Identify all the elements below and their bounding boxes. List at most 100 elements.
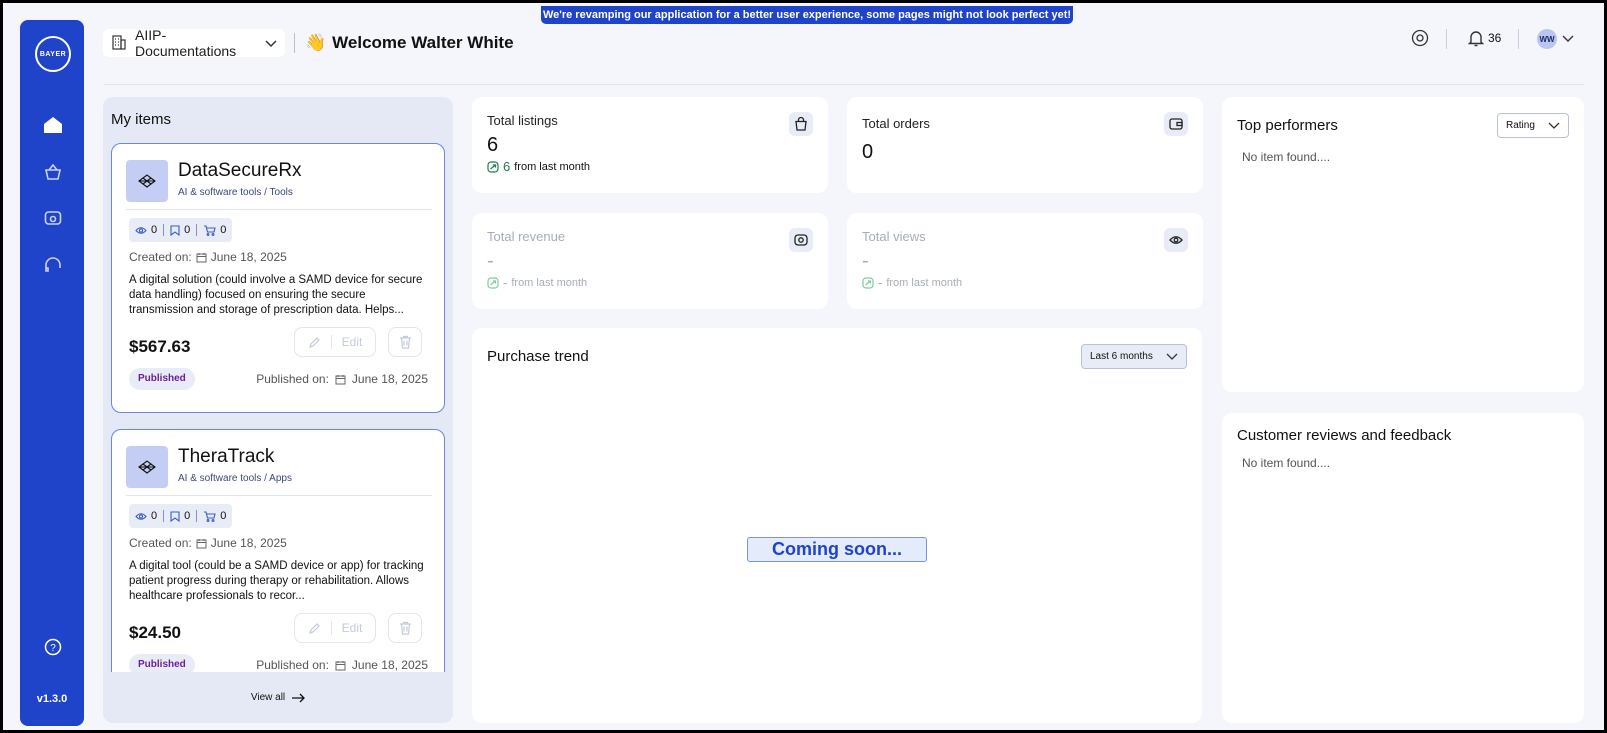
- purchase-trend-title: Purchase trend: [487, 348, 589, 365]
- item-description: A digital solution (could involve a SAMD…: [129, 274, 423, 316]
- my-items-title: My items: [111, 111, 171, 128]
- saves-count: 0: [184, 224, 191, 236]
- sidebar: BAYER ? v1.3.0: [20, 20, 84, 726]
- trend-up-icon: [862, 276, 874, 289]
- stat-delta: - from last month: [487, 275, 587, 290]
- eye-icon: [135, 226, 147, 234]
- item-stats: 0 0 0: [129, 504, 233, 528]
- arrow-right-icon: [292, 693, 306, 702]
- org-selector-label: AIIP-Documentations: [135, 27, 237, 59]
- item-name[interactable]: DataSecureRx: [178, 160, 302, 182]
- calendar-icon: [335, 374, 346, 384]
- bag-icon: [789, 112, 813, 136]
- user-guide-button[interactable]: [1411, 29, 1429, 47]
- notifications-button[interactable]: 36: [1468, 29, 1501, 47]
- stat-label: Total listings: [487, 113, 558, 128]
- stat-delta-value: 6: [503, 159, 511, 174]
- stat-value: -: [862, 250, 869, 272]
- my-items-panel: My items DataSecureRx AI & software tool…: [103, 97, 453, 723]
- orders-icon[interactable]: [42, 207, 64, 229]
- home-icon[interactable]: [42, 114, 64, 136]
- top-performers-panel: Top performers Rating No item found....: [1222, 97, 1584, 392]
- logo-text-horizontal: BAYER: [39, 51, 67, 58]
- calendar-icon: [335, 660, 346, 670]
- cart-icon: [204, 224, 216, 236]
- header-separator: [1446, 29, 1447, 49]
- stat-value: 0: [862, 141, 874, 163]
- pencil-icon: [308, 336, 320, 348]
- eye-icon: [135, 512, 147, 520]
- cart-icon: [204, 510, 216, 522]
- stat-card-views: Total views - - from last month: [847, 213, 1203, 309]
- views-count: 0: [151, 224, 158, 236]
- item-card[interactable]: DataSecureRx AI & software tools / Tools…: [111, 143, 445, 413]
- pencil-icon: [308, 622, 320, 634]
- item-card[interactable]: TheraTrack AI & software tools / Apps 0 …: [111, 429, 445, 699]
- reviews-title: Customer reviews and feedback: [1237, 427, 1452, 444]
- delete-button[interactable]: [388, 327, 422, 357]
- stat-label: Total views: [862, 229, 926, 244]
- stat-delta-text: from last month: [886, 276, 963, 289]
- header-separator: [1518, 29, 1519, 49]
- stat-delta-value: -: [878, 275, 883, 290]
- wallet-icon: [1164, 112, 1188, 136]
- published-label: Published on:: [256, 658, 329, 672]
- edit-button[interactable]: Edit: [294, 327, 376, 357]
- header-rule: [104, 84, 1584, 85]
- bookmark-icon: [170, 510, 180, 522]
- stat-delta-value: -: [503, 275, 508, 290]
- bookmark-icon: [170, 224, 180, 236]
- header-divider: [294, 33, 295, 53]
- chevron-down-icon: [265, 35, 277, 51]
- notification-count: 36: [1488, 31, 1502, 45]
- view-all-link[interactable]: View all: [103, 672, 453, 723]
- status-badge: Published: [129, 368, 195, 390]
- delete-button[interactable]: [388, 613, 422, 643]
- chevron-down-icon: [1548, 122, 1560, 129]
- reviews-panel: Customer reviews and feedback No item fo…: [1222, 413, 1584, 723]
- stat-label: Total orders: [862, 116, 930, 131]
- coming-soon-placeholder: Coming soon...: [747, 537, 927, 562]
- stat-card-revenue: Total revenue - - from last month: [472, 213, 828, 309]
- published-label: Published on:: [256, 372, 329, 386]
- created-label: Created on:: [129, 250, 192, 264]
- calendar-icon: [196, 538, 207, 548]
- wave-icon: 👋: [305, 33, 327, 52]
- trash-icon: [399, 621, 411, 635]
- stat-delta: - from last month: [862, 275, 962, 290]
- welcome-message: 👋 Welcome Walter White: [305, 33, 514, 53]
- stat-label: Total revenue: [487, 229, 566, 244]
- welcome-text: Welcome Walter White: [332, 33, 514, 52]
- money-icon: [789, 228, 813, 252]
- help-icon[interactable]: ?: [42, 636, 64, 658]
- item-name[interactable]: TheraTrack: [178, 446, 274, 468]
- user-menu[interactable]: WW: [1537, 29, 1574, 49]
- stat-value: 6: [487, 134, 499, 156]
- sort-select-value: Rating: [1506, 120, 1535, 131]
- announcement-banner: We're revamping our application for a be…: [541, 6, 1073, 24]
- org-selector[interactable]: AIIP-Documentations: [103, 27, 285, 59]
- bayer-logo[interactable]: BAYER: [35, 36, 71, 72]
- published-value: June 18, 2025: [351, 658, 428, 672]
- calendar-icon: [196, 252, 207, 262]
- created-value: June 18, 2025: [210, 250, 287, 264]
- stat-delta: 6 from last month: [487, 159, 590, 174]
- item-price: $24.50: [129, 623, 181, 642]
- item-category: AI & software tools / Apps: [178, 473, 292, 484]
- app-frame: BAYER ? v1.3.0 We're revamping our appli…: [0, 0, 1607, 733]
- purchase-trend-panel: Purchase trend Last 6 months Coming soon…: [472, 328, 1202, 723]
- edit-label: Edit: [341, 335, 363, 349]
- view-all-label: View all: [250, 692, 286, 703]
- bell-icon: [1468, 31, 1484, 47]
- marketplace-icon[interactable]: [42, 161, 64, 183]
- created-value: June 18, 2025: [210, 536, 287, 550]
- range-select[interactable]: Last 6 months: [1081, 344, 1187, 369]
- sort-select[interactable]: Rating: [1497, 113, 1569, 138]
- support-icon[interactable]: [42, 254, 64, 276]
- saves-count: 0: [184, 510, 191, 522]
- stat-card-orders: Total orders 0: [847, 97, 1203, 193]
- trash-icon: [399, 335, 411, 349]
- app-version: v1.3.0: [36, 693, 68, 705]
- edit-label: Edit: [341, 621, 363, 635]
- edit-button[interactable]: Edit: [294, 613, 376, 643]
